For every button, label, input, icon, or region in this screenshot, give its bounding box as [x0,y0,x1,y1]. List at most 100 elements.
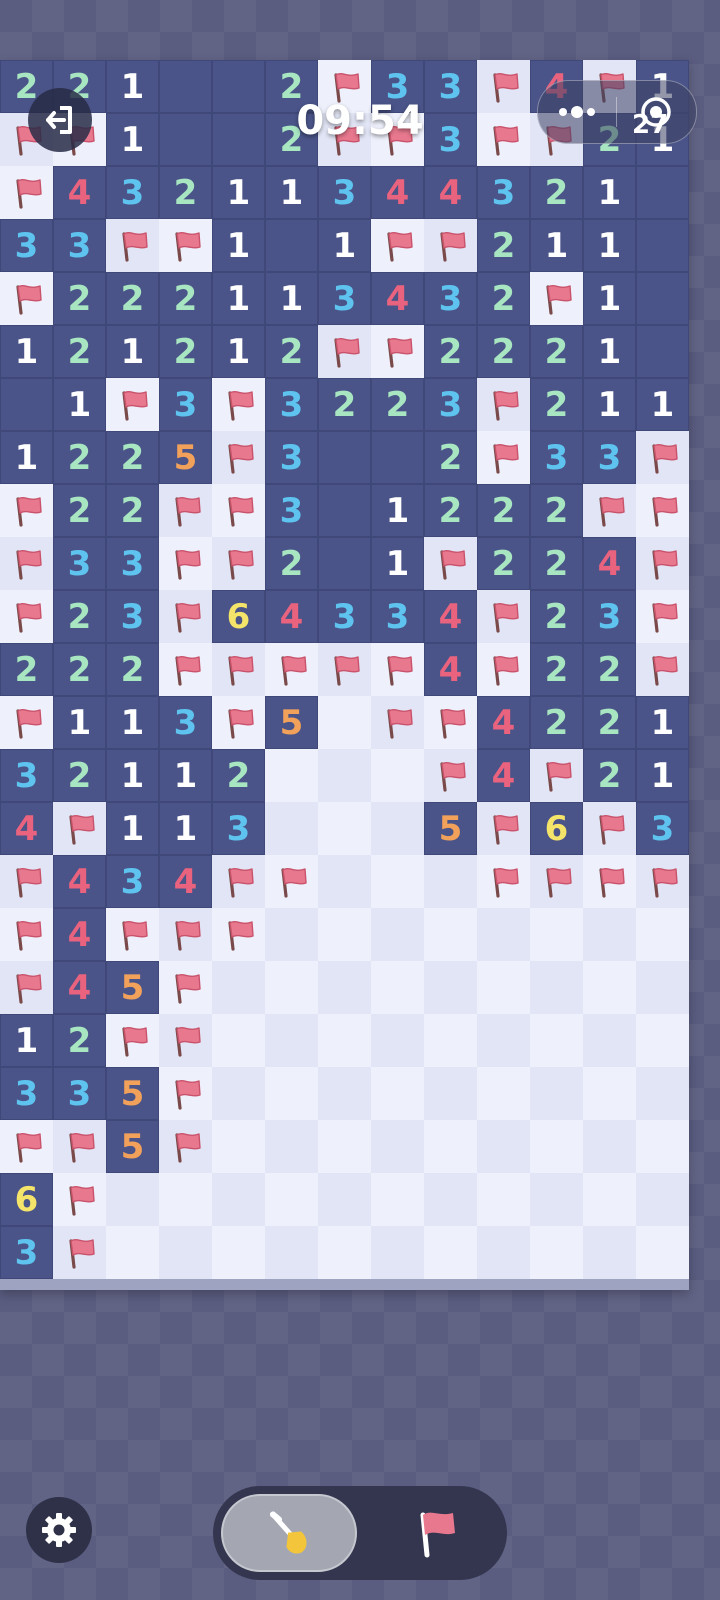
hidden-cell[interactable] [530,961,583,1014]
hidden-cell[interactable] [106,1173,159,1226]
number-cell[interactable]: 3 [0,1067,53,1120]
flagged-cell[interactable] [477,855,530,908]
number-cell[interactable]: 1 [212,166,265,219]
hidden-cell[interactable] [371,802,424,855]
hidden-cell[interactable] [318,1014,371,1067]
hidden-cell[interactable] [265,961,318,1014]
empty-cell[interactable] [318,484,371,537]
hidden-cell[interactable] [477,1014,530,1067]
exit-button[interactable] [28,88,92,152]
number-cell[interactable]: 3 [265,431,318,484]
flagged-cell[interactable] [636,537,689,590]
number-cell[interactable]: 1 [159,749,212,802]
flagged-cell[interactable] [159,484,212,537]
number-cell[interactable]: 2 [477,537,530,590]
flagged-cell[interactable] [318,643,371,696]
number-cell[interactable]: 1 [159,802,212,855]
hidden-cell[interactable] [318,1173,371,1226]
number-cell[interactable]: 1 [53,378,106,431]
hidden-cell[interactable] [106,1226,159,1279]
flagged-cell[interactable] [106,219,159,272]
flagged-cell[interactable] [212,431,265,484]
number-cell[interactable]: 2 [106,431,159,484]
hidden-cell[interactable] [583,1014,636,1067]
empty-cell[interactable] [0,378,53,431]
hidden-cell[interactable] [265,802,318,855]
hidden-cell[interactable] [318,749,371,802]
hidden-cell[interactable] [371,1173,424,1226]
number-cell[interactable]: 2 [53,272,106,325]
flagged-cell[interactable] [371,219,424,272]
number-cell[interactable]: 1 [212,272,265,325]
flagged-cell[interactable] [106,378,159,431]
number-cell[interactable]: 1 [106,325,159,378]
flagged-cell[interactable] [53,1120,106,1173]
hidden-cell[interactable] [371,749,424,802]
close-button[interactable] [617,81,695,143]
empty-cell[interactable] [371,431,424,484]
number-cell[interactable]: 2 [583,696,636,749]
hidden-cell[interactable] [318,802,371,855]
number-cell[interactable]: 2 [53,431,106,484]
number-cell[interactable]: 1 [0,1014,53,1067]
number-cell[interactable]: 3 [53,219,106,272]
hidden-cell[interactable] [583,1226,636,1279]
number-cell[interactable]: 1 [106,802,159,855]
empty-cell[interactable] [265,219,318,272]
number-cell[interactable]: 3 [265,484,318,537]
number-cell[interactable]: 2 [530,325,583,378]
flag-mode-button[interactable] [373,1494,499,1572]
number-cell[interactable]: 1 [106,696,159,749]
hidden-cell[interactable] [424,961,477,1014]
number-cell[interactable]: 2 [53,484,106,537]
hidden-cell[interactable] [318,855,371,908]
number-cell[interactable]: 3 [0,1226,53,1279]
number-cell[interactable]: 4 [53,961,106,1014]
number-cell[interactable]: 1 [371,537,424,590]
number-cell[interactable]: 4 [583,537,636,590]
number-cell[interactable]: 1 [583,166,636,219]
number-cell[interactable]: 3 [212,802,265,855]
number-cell[interactable]: 1 [212,219,265,272]
number-cell[interactable]: 3 [106,537,159,590]
hidden-cell[interactable] [371,1067,424,1120]
hidden-cell[interactable] [371,1226,424,1279]
number-cell[interactable]: 2 [371,378,424,431]
flagged-cell[interactable] [477,378,530,431]
flagged-cell[interactable] [636,431,689,484]
hidden-cell[interactable] [530,1173,583,1226]
hidden-cell[interactable] [583,908,636,961]
hidden-cell[interactable] [212,961,265,1014]
hidden-cell[interactable] [318,908,371,961]
number-cell[interactable]: 4 [424,643,477,696]
flagged-cell[interactable] [53,1226,106,1279]
more-button[interactable] [538,81,616,143]
hidden-cell[interactable] [477,961,530,1014]
number-cell[interactable]: 2 [265,325,318,378]
number-cell[interactable]: 3 [0,749,53,802]
hidden-cell[interactable] [424,1014,477,1067]
number-cell[interactable]: 5 [106,1120,159,1173]
number-cell[interactable]: 3 [53,537,106,590]
hidden-cell[interactable] [583,961,636,1014]
number-cell[interactable]: 1 [636,749,689,802]
number-cell[interactable]: 2 [530,378,583,431]
flagged-cell[interactable] [53,802,106,855]
number-cell[interactable]: 2 [477,484,530,537]
number-cell[interactable]: 2 [318,378,371,431]
hidden-cell[interactable] [265,1067,318,1120]
number-cell[interactable]: 1 [0,325,53,378]
number-cell[interactable]: 1 [583,219,636,272]
number-cell[interactable]: 3 [318,590,371,643]
hidden-cell[interactable] [530,1014,583,1067]
number-cell[interactable]: 1 [371,484,424,537]
hidden-cell[interactable] [371,961,424,1014]
hidden-cell[interactable] [636,1173,689,1226]
hidden-cell[interactable] [530,1120,583,1173]
number-cell[interactable]: 1 [583,325,636,378]
number-cell[interactable]: 2 [106,272,159,325]
hidden-cell[interactable] [318,1226,371,1279]
hidden-cell[interactable] [265,1014,318,1067]
flagged-cell[interactable] [583,484,636,537]
flagged-cell[interactable] [0,855,53,908]
